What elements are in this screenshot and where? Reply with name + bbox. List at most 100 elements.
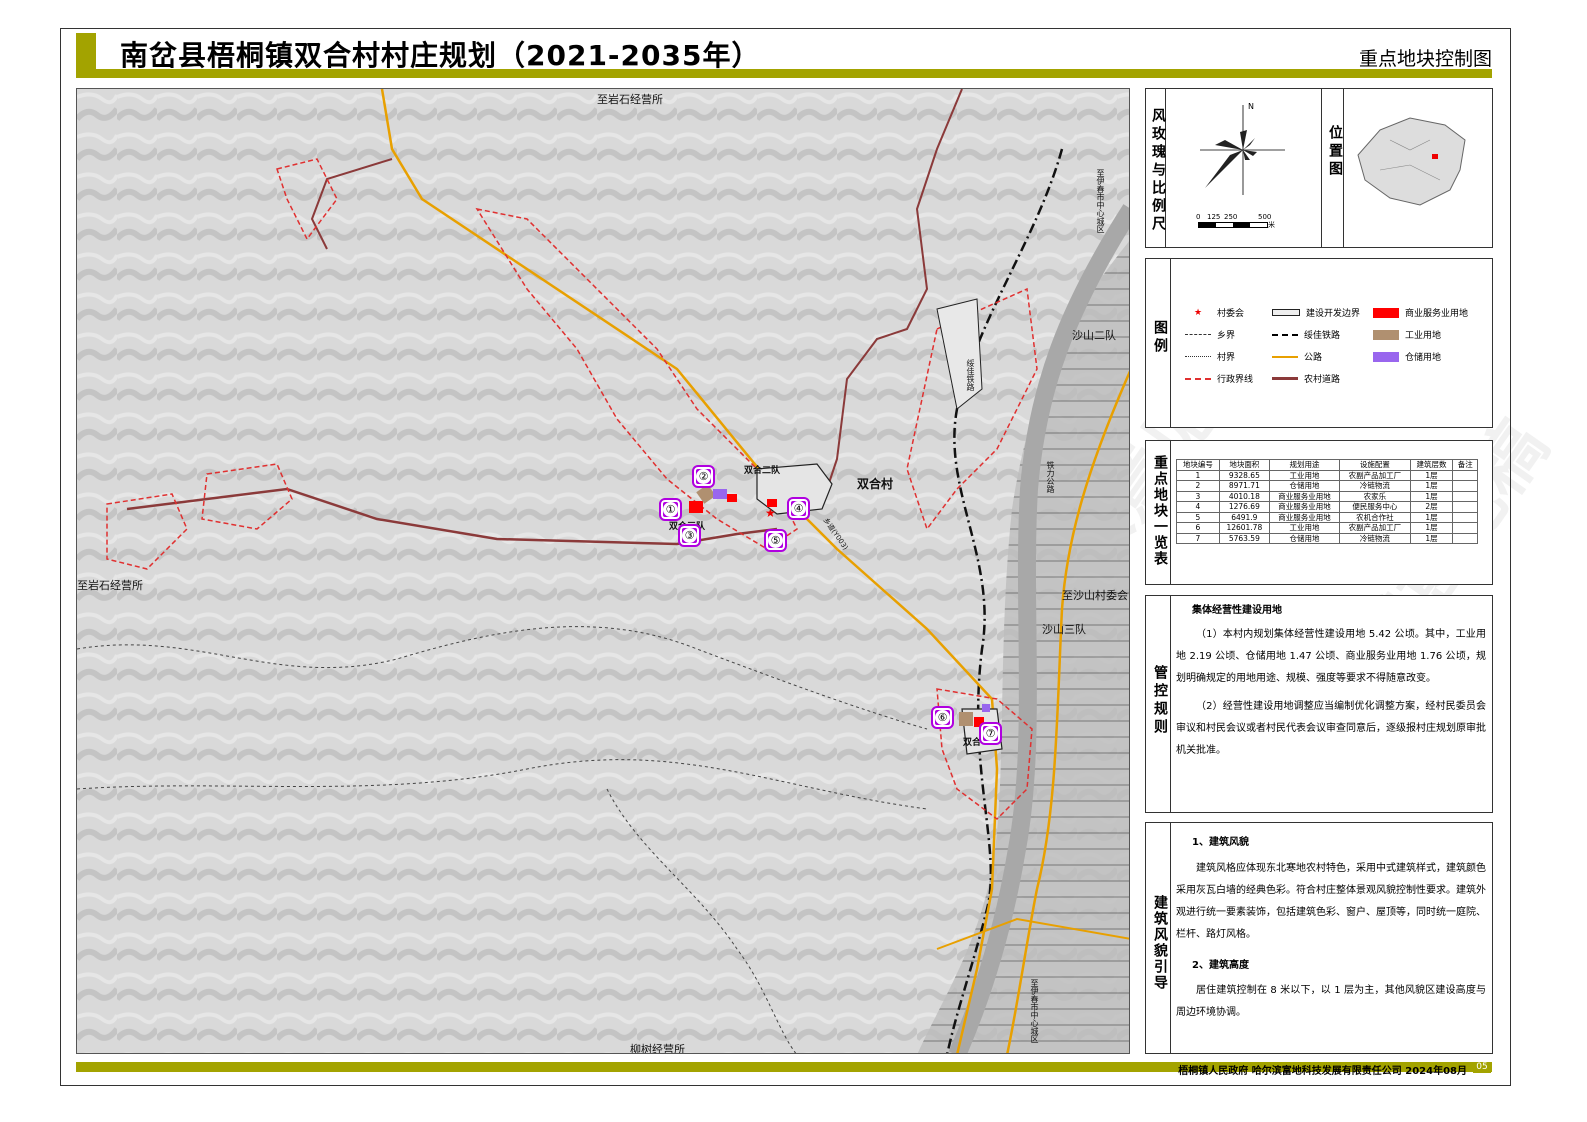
- table-cell: 1层: [1409, 490, 1454, 502]
- control-heading: 集体经营性建设用地: [1192, 605, 1282, 616]
- table-row: 6 12601.78 工业用地 农副产品加工厂 1层: [1176, 522, 1478, 534]
- brown-line-icon: [1272, 377, 1298, 380]
- label-north: 至岩石经营所: [597, 93, 663, 106]
- table-header-cell: 设施配置: [1339, 459, 1411, 471]
- table-cell: 农家乐: [1339, 490, 1411, 502]
- table-cell: 商业服务业用地: [1268, 490, 1341, 502]
- divider: [1170, 595, 1171, 813]
- divider: [1170, 440, 1171, 585]
- title-accent: [76, 33, 96, 69]
- scale-bar: [1198, 222, 1268, 228]
- table-cell: [1452, 490, 1478, 502]
- table-header-cell: 规划用途: [1268, 459, 1341, 471]
- table-row: 5 6491.9 商业服务业用地 农机合作社 1层: [1176, 511, 1478, 523]
- title-bar: [76, 69, 1492, 78]
- boundary-icon: [1272, 309, 1300, 316]
- label-shahe-3: 沙山三队: [1042, 623, 1086, 636]
- location-map-icon: [1357, 117, 1466, 206]
- label-shahe-2: 沙山二队: [1072, 329, 1116, 342]
- table-cell: 4010.18: [1218, 490, 1270, 502]
- rail-line-icon: [1272, 333, 1298, 336]
- table-cell: [1452, 501, 1478, 513]
- block-marker-4[interactable]: ④: [787, 497, 810, 520]
- table-cell: 农副产品加工厂: [1339, 522, 1411, 534]
- table-cell: 仓储用地: [1268, 480, 1341, 492]
- label-rail-south: 至伊春市中心城区: [1030, 979, 1039, 1043]
- style-p2: 居住建筑控制在 8 米以下，以 1 层为主，其他风貌区建设高度与周边环境协调。: [1176, 985, 1486, 1018]
- commercial-fill-icon: [1373, 307, 1399, 318]
- block-marker-5[interactable]: ⑤: [764, 529, 787, 552]
- table-cell: 农机合作社: [1339, 511, 1411, 523]
- dash-line-icon: [1185, 334, 1211, 335]
- control-title: 管控规则: [1152, 665, 1168, 737]
- table-row: 2 8971.71 仓储用地 冷链物流 1层: [1176, 480, 1478, 492]
- table-header-cell: 地块编号: [1176, 459, 1220, 471]
- block-marker-1[interactable]: ①: [659, 498, 682, 521]
- block-marker-7[interactable]: ⑦: [979, 722, 1002, 745]
- label-south: 柳树经营所: [630, 1043, 685, 1054]
- table-cell: [1452, 469, 1478, 481]
- table-cell: [1452, 522, 1478, 534]
- table-row: 3 4010.18 商业服务业用地 农家乐 1层: [1176, 490, 1478, 502]
- north-label: N: [1248, 102, 1254, 111]
- scale-tick: 0: [1196, 213, 1201, 221]
- control-p1: （1）本村内规划集体经营性建设用地 5.42 公顷。其中，工业用地 2.19 公…: [1176, 629, 1486, 684]
- legend-panel: [1145, 258, 1493, 428]
- label-shuanghe-village: 双合村: [857, 477, 894, 491]
- table-cell: 1层: [1409, 480, 1454, 492]
- legend-township-boundary: 乡界: [1185, 328, 1235, 341]
- table-cell: 2层: [1409, 501, 1454, 513]
- table-cell: 1层: [1409, 522, 1454, 534]
- legend-industrial: 工业用地: [1373, 328, 1441, 341]
- legend-storage: 仓储用地: [1373, 350, 1441, 363]
- block-marker-6[interactable]: ⑥: [931, 706, 954, 729]
- map-view[interactable]: ★ 至岩石经营所 至岩石经营所 柳树经营所 至沙山村委会 双合村 双合二队 双合…: [76, 88, 1130, 1054]
- village-committee-star-icon: ★: [765, 506, 776, 520]
- storage-fill-icon: [1373, 351, 1399, 362]
- style-title: 建筑风貌引导: [1152, 895, 1168, 991]
- label-shahe-road: 至沙山村委会: [1062, 589, 1128, 602]
- table-cell: 9328.65: [1218, 469, 1270, 481]
- table-cell: 6: [1176, 522, 1220, 534]
- legend-village-committee: ★ 村委会: [1185, 306, 1244, 320]
- table-cell: 便民服务中心: [1339, 501, 1411, 513]
- location-title: 位置图: [1327, 125, 1343, 179]
- label-rail: 绥佳铁路: [966, 359, 975, 391]
- table-cell: 1276.69: [1218, 501, 1270, 513]
- page-title: 南岔县梧桐镇双合村村庄规划（2021-2035年）: [120, 39, 761, 72]
- table-cell: 12601.78: [1218, 522, 1270, 534]
- block-marker-2[interactable]: ②: [692, 465, 715, 488]
- table-cell: 冷链物流: [1339, 480, 1411, 492]
- table-cell: 4: [1176, 501, 1220, 513]
- legend-title: 图例: [1152, 320, 1168, 356]
- table-cell: 5: [1176, 511, 1220, 523]
- table-row: 1 9328.65 工业用地 农副产品加工厂 1层: [1176, 469, 1478, 481]
- star-icon: ★: [1193, 307, 1203, 318]
- style-p1: 建筑风格应体现东北寒地农村特色，采用中式建筑样式，建筑颜色采用灰瓦白墙的经典色彩…: [1176, 863, 1486, 940]
- red-dash-line-icon: [1185, 377, 1211, 380]
- page-number: 05: [1473, 1062, 1491, 1073]
- legend-admin-boundary: 行政界线: [1185, 372, 1253, 385]
- table-header-cell: 地块面积: [1218, 459, 1270, 471]
- block-table-title: 重点地块一览表: [1152, 455, 1168, 567]
- table-cell: [1452, 511, 1478, 523]
- table-cell: 工业用地: [1268, 522, 1341, 534]
- scale-unit: 米: [1268, 221, 1275, 229]
- divider: [1170, 258, 1171, 428]
- page-subtitle: 重点地块控制图: [1358, 48, 1492, 70]
- label-city-road: 至伊春市中心城区: [1096, 169, 1105, 233]
- compass-title: 风玫瑰与比例尺: [1150, 108, 1166, 234]
- block-table: 地块编号 地块面积 规划用途 设施配置 建筑层数 备注 1 9328.65 工业用地 农副产品加…: [1176, 459, 1478, 544]
- industrial-fill-icon: [1373, 329, 1399, 340]
- table-cell: 仓储用地: [1268, 532, 1341, 544]
- table-cell: 8971.71: [1218, 480, 1270, 492]
- label-iron-road: 铁力公路: [1046, 461, 1055, 493]
- table-cell: 冷链物流: [1339, 532, 1411, 544]
- orange-line-icon: [1272, 355, 1298, 358]
- table-header-cell: 备注: [1452, 459, 1478, 471]
- block-marker-3[interactable]: ③: [678, 524, 701, 547]
- legend-village-road: 农村道路: [1272, 372, 1340, 385]
- style-h1: 1、建筑风貌: [1192, 837, 1249, 848]
- label-team-2: 双合二队: [744, 466, 781, 476]
- table-header-cell: 建筑层数: [1409, 459, 1454, 471]
